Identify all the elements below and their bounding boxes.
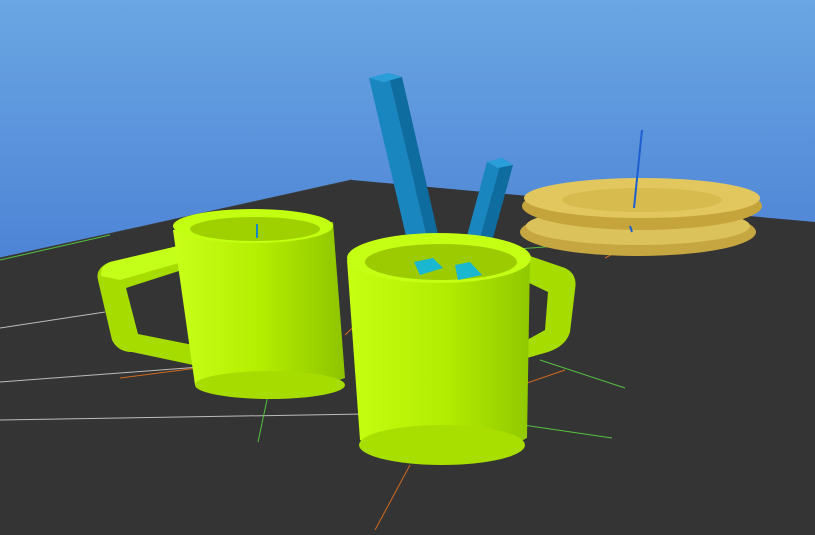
3d-viewport[interactable] <box>0 0 815 535</box>
